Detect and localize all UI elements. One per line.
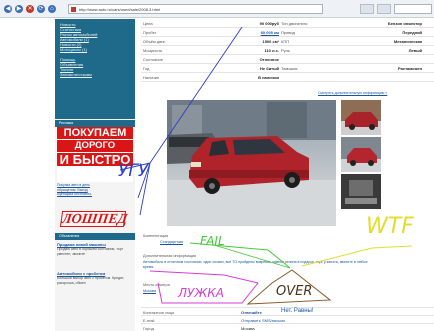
spec-value: Не битый <box>260 66 279 71</box>
favicon-icon <box>71 7 76 12</box>
ad-text-line: оценщика бесплатно. <box>57 192 93 196</box>
spec-key: Цена <box>143 21 153 26</box>
contact-row: E-mail Отправить SMS/письмо <box>141 315 434 323</box>
note-text: Автомобиль в отличном состоянии, один хо… <box>143 260 368 269</box>
back-icon[interactable]: ◀ <box>4 5 12 13</box>
ad-logo[interactable]: ЛОШПЕД <box>59 211 128 227</box>
spec-value: 1500 см³ <box>262 39 279 44</box>
stop-icon[interactable]: ✕ <box>26 5 34 13</box>
spec-row: Состояние Отличное <box>141 55 434 64</box>
car-photo-drawing <box>167 100 336 226</box>
spec-value: Передний <box>402 30 422 35</box>
sidebar-item[interactable]: Запчасти/отзывы <box>60 72 130 77</box>
spec-key: Мощность <box>143 48 163 53</box>
contact-value: Москва <box>241 326 255 331</box>
contact-row: Город Москва <box>141 323 434 331</box>
contact-row: Контактное лицо Отвечайте Нет. Равны! <box>141 307 434 315</box>
spec-key: Таможня <box>281 66 298 71</box>
car-photo-thumb[interactable] <box>341 137 381 172</box>
spec-key: Наличие <box>143 75 160 80</box>
ad-block[interactable]: Автомобили с пробегом Большой выбор авто… <box>57 271 133 285</box>
note-label: Дополнительная информация <box>143 254 197 258</box>
spec-value: Растаможен <box>398 66 422 71</box>
ad-desc: Большой выбор авто с пробегом. Кредит, р… <box>57 276 125 285</box>
spec-value: Отличное <box>259 57 279 62</box>
forward-icon[interactable]: ▶ <box>15 5 23 13</box>
browser-toolbar: ◀ ▶ ✕ ⟳ ⌂ http://www.auto.ru/cars/used/s… <box>0 0 434 18</box>
ad-block[interactable]: Продажа новой машины Продаю авто в хорош… <box>57 242 133 256</box>
annotation-fail: FAIL <box>200 234 225 248</box>
spec-value: Бензин инжектор <box>387 21 422 26</box>
annotation-over: OVER <box>276 284 313 299</box>
feed-icon[interactable] <box>377 4 391 14</box>
spec-key: Привод <box>281 30 295 35</box>
spec-key: Год <box>143 66 150 71</box>
spec-value: Механическая <box>393 39 422 44</box>
spec-row: Год Не битый Таможня Растаможен <box>141 64 434 73</box>
spec-value: 110 л.с. <box>264 48 279 53</box>
annotation-ugu: УГУ <box>118 161 149 181</box>
spec-row: Наличие В наличии <box>141 73 434 82</box>
spec-value-link[interactable]: 60 000 км <box>261 30 279 35</box>
more-info-link[interactable]: Смотреть дополнительную информацию » <box>318 91 387 95</box>
sidebar-menu: Новости Статистика Рынок автомобилей Авт… <box>55 19 135 119</box>
spec-row: Цена 90 000руб Тип двигателя Бензин инже… <box>141 19 434 28</box>
spec-key: Объём двиг. <box>143 39 166 44</box>
spec-key: КПП <box>281 39 290 44</box>
annotation-wtf: WTF <box>366 214 414 239</box>
car-photo-main[interactable] <box>167 100 336 226</box>
thumb-drawing <box>341 148 381 172</box>
equipment-label: Комплектация <box>143 234 169 238</box>
specs-table: Цена 90 000руб Тип двигателя Бензин инже… <box>141 19 434 89</box>
spec-value: Левый <box>408 48 422 53</box>
spec-row: Пробег 60 000 км Привод Передний <box>141 28 434 37</box>
car-photo-thumb[interactable] <box>341 100 381 135</box>
contact-extra: Нет. Равны! <box>281 308 314 314</box>
spec-key: Руль <box>281 48 290 53</box>
place-label: Место осмотра <box>143 283 170 287</box>
spec-row: Объём двиг. 1500 см³ КПП Механическая <box>141 37 434 46</box>
reload-icon[interactable]: ⟳ <box>37 5 45 13</box>
ad-text[interactable]: Покупка авто в день обращения. Выезд оце… <box>57 183 133 209</box>
thumb-drawing <box>345 112 378 130</box>
spec-value: В наличии <box>258 75 279 80</box>
ad-banner-line: ДОРОГО <box>57 140 133 152</box>
annotation-lujka: ЛУЖКА <box>178 286 224 300</box>
ad-banner-line: ПОКУПАЕМ <box>57 127 133 139</box>
ad-header: Объявления <box>55 233 135 240</box>
home-icon[interactable]: ⌂ <box>48 5 56 13</box>
spec-value: 90 000руб <box>259 21 279 26</box>
equipment-value[interactable]: Стандартная <box>160 240 183 244</box>
address-text: http://www.auto.ru/cars/used/sale/2008.3… <box>79 7 160 12</box>
ad-desc: Продаю авто в хорошем состоянии, торг ум… <box>57 247 124 256</box>
car-photo-thumb[interactable] <box>341 174 381 209</box>
spec-row: Мощность 110 л.с. Руль Левый <box>141 46 434 55</box>
contact-key: Город <box>143 326 154 331</box>
place-value[interactable]: Москва <box>143 289 156 293</box>
thumb-drawing <box>341 174 381 209</box>
bookmark-icon[interactable] <box>360 4 374 14</box>
address-bar[interactable]: http://www.auto.ru/cars/used/sale/2008.3… <box>68 4 323 14</box>
spec-key: Пробег <box>143 30 157 35</box>
ad-header: Реклама <box>55 120 135 127</box>
spec-key: Тип двигателя <box>281 21 308 26</box>
spec-key: Состояние <box>143 57 163 62</box>
search-input[interactable] <box>394 4 432 14</box>
